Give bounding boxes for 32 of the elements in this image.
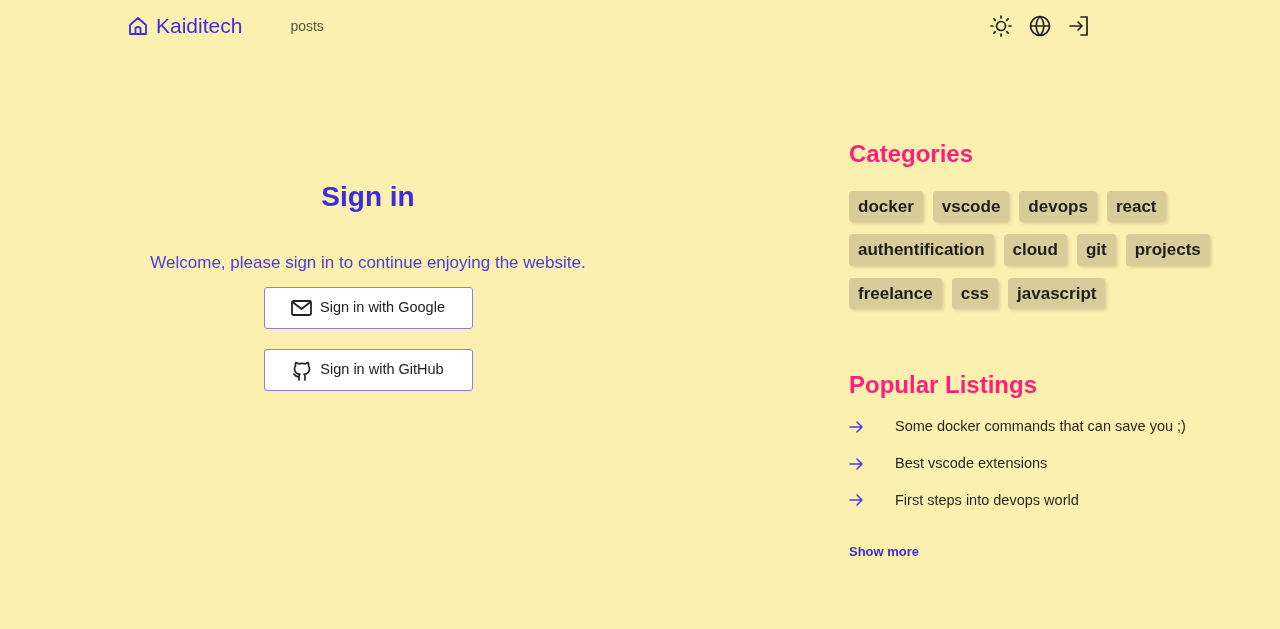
sign-in-heading: Sign in — [321, 180, 415, 214]
categories-heading: Categories — [849, 140, 975, 169]
mail-icon — [291, 300, 313, 317]
sign-in-button[interactable]: Sign in with GitHub — [263, 349, 473, 392]
category-tag[interactable]: devops — [1019, 190, 1097, 223]
show-more-link[interactable]: Show more — [849, 544, 920, 560]
arrow-right-icon — [849, 420, 863, 433]
welcome-text: Welcome, please sign in to continue enjoying the website. — [150, 251, 586, 274]
category-tag[interactable]: vscode — [932, 190, 1010, 223]
globe-icon[interactable] — [1029, 15, 1051, 37]
category-tag[interactable]: docker — [849, 190, 923, 223]
category-tag[interactable]: javascript — [1008, 277, 1106, 310]
category-tag[interactable]: freelance — [849, 277, 942, 310]
github-icon — [292, 359, 313, 381]
category-tag[interactable]: authentification — [849, 234, 994, 266]
arrow-right-icon — [849, 494, 863, 507]
category-tag[interactable]: css — [951, 277, 999, 310]
sign-in-icon[interactable] — [1068, 15, 1090, 37]
home-icon — [128, 16, 148, 36]
listing-link[interactable]: Best vscode extensions — [895, 452, 1048, 475]
brand-link[interactable]: Kaiditech — [128, 10, 243, 42]
category-tag[interactable]: cloud — [1003, 234, 1067, 266]
nav-link[interactable]: posts — [290, 15, 324, 37]
popular-listings-heading: Popular Listings — [849, 371, 1038, 401]
category-tag[interactable]: react — [1106, 190, 1166, 223]
theme-toggle-sun-icon[interactable] — [990, 15, 1012, 37]
sign-in-button[interactable]: Sign in with Google — [263, 287, 473, 330]
arrow-right-icon — [849, 457, 863, 470]
category-tag[interactable]: projects — [1125, 234, 1210, 266]
listing-link[interactable]: Some docker commands that can save you ;) — [895, 416, 1186, 438]
category-tag[interactable]: git — [1076, 234, 1116, 266]
listing-link[interactable]: First steps into devops world — [895, 489, 1079, 512]
